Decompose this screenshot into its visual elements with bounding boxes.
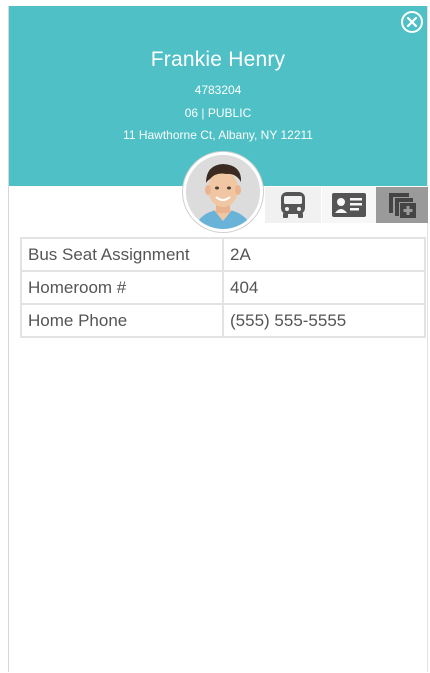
tab-id-card[interactable] <box>321 187 376 223</box>
bus-icon <box>281 192 305 218</box>
avatar-photo <box>186 155 260 229</box>
table-row: Homeroom # 404 <box>20 270 426 305</box>
detail-value: (555) 555-5555 <box>222 303 426 338</box>
student-address: 11 Hawthorne Ct, Albany, NY 12211 <box>123 128 313 142</box>
close-icon <box>406 16 418 28</box>
id-card-icon <box>332 193 366 217</box>
detail-value: 404 <box>222 270 426 305</box>
tab-add-record[interactable] <box>376 187 428 223</box>
detail-label: Homeroom # <box>20 270 224 305</box>
profile-tabs <box>265 187 428 223</box>
student-name: Frankie Henry <box>150 48 286 71</box>
table-row: Bus Seat Assignment 2A <box>20 237 426 272</box>
detail-label: Bus Seat Assignment <box>20 237 224 272</box>
student-grade-type: 06 | PUBLIC <box>184 106 252 120</box>
detail-label: Home Phone <box>20 303 224 338</box>
table-row: Home Phone (555) 555-5555 <box>20 303 426 338</box>
avatar <box>183 152 263 232</box>
detail-value: 2A <box>222 237 426 272</box>
tab-bus[interactable] <box>265 187 321 223</box>
student-details-table: Bus Seat Assignment 2A Homeroom # 404 Ho… <box>20 237 426 338</box>
close-button[interactable] <box>401 11 423 33</box>
student-card: Frankie Henry 4783204 06 | PUBLIC 11 Haw… <box>8 6 428 672</box>
copy-add-icon <box>389 193 416 218</box>
student-id: 4783204 <box>194 83 242 97</box>
